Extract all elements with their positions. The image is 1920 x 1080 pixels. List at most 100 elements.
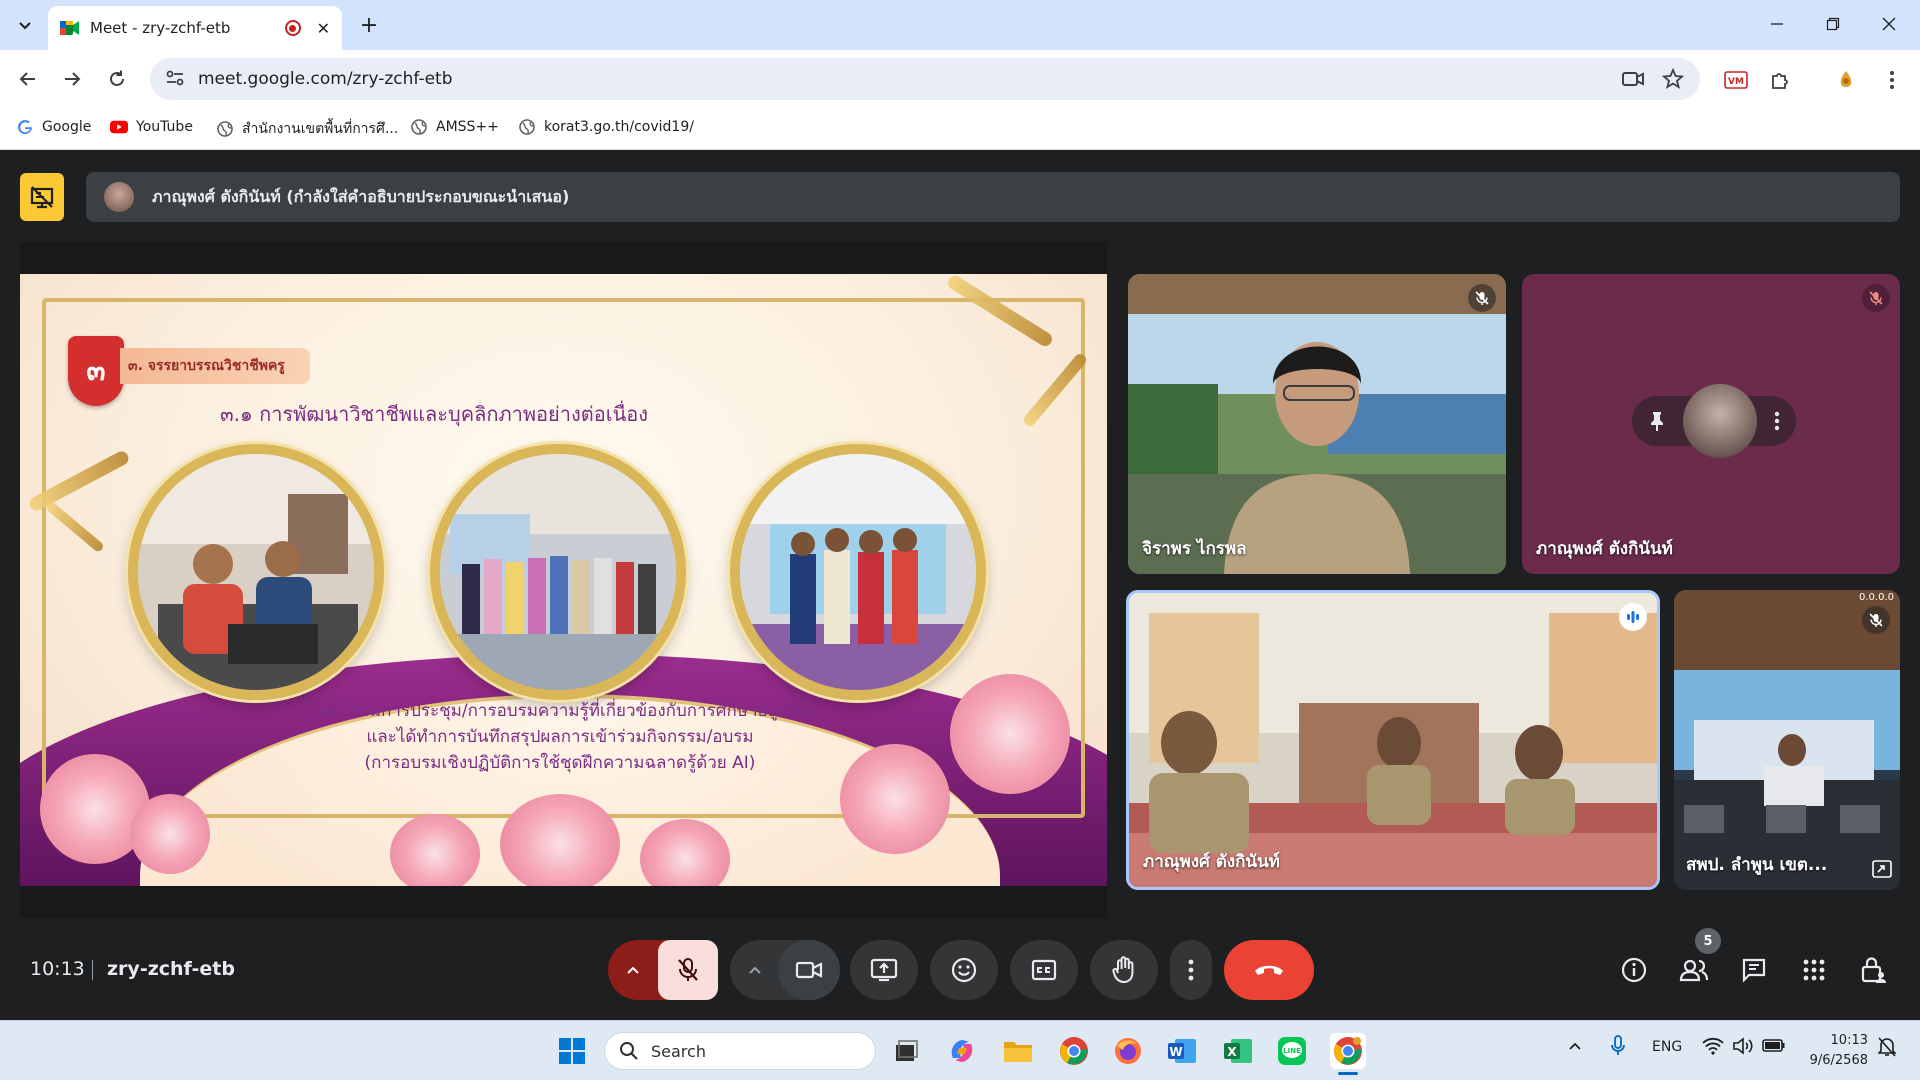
chevron-down-icon (19, 22, 31, 30)
new-tab-button[interactable]: + (354, 10, 384, 40)
presentation-stage[interactable]: ๓ ๓. จรรยาบรรณวิชาชีพครู ๓.๑ การพัฒนาวิช… (20, 242, 1107, 918)
participants-count-badge: 5 (1695, 928, 1721, 954)
restore-button[interactable] (1808, 6, 1858, 42)
divider (92, 960, 93, 980)
task-view-icon (896, 1040, 918, 1061)
window-close-button[interactable] (1864, 6, 1914, 42)
file-explorer-app[interactable] (1000, 1033, 1036, 1069)
camera-in-use-icon[interactable] (1618, 66, 1648, 92)
expand-icon[interactable] (1872, 860, 1892, 878)
task-view-button[interactable] (888, 1033, 924, 1069)
wifi-icon[interactable] (1702, 1037, 1724, 1059)
back-button[interactable] (12, 63, 44, 95)
leave-call-button[interactable] (1224, 940, 1314, 1000)
chrome-app[interactable] (1056, 1033, 1092, 1069)
bookmark-youtube[interactable]: YouTube (110, 118, 193, 136)
activities-button[interactable] (1796, 952, 1832, 988)
presenting-badge[interactable] (20, 173, 64, 221)
host-controls-button[interactable] (1856, 952, 1892, 988)
bookmark-label: AMSS++ (436, 119, 499, 135)
volume-icon[interactable] (1732, 1037, 1754, 1059)
bookmark-amss[interactable]: AMSS++ (410, 118, 499, 136)
tab-title: Meet - zry-zchf-etb (90, 19, 231, 37)
participant-tile-lamphun[interactable]: 0.0.0.0 สพป. ลำพูน เขต... (1674, 590, 1900, 890)
show-hidden-icons-button[interactable] (1568, 1039, 1582, 1055)
tab-meet[interactable]: Meet - zry-zchf-etb ✕ (48, 6, 342, 50)
firefox-icon (1115, 1038, 1141, 1064)
participant-tile-panupong[interactable]: ภาณุพงศ์ ตังกินันท์ (1522, 274, 1900, 574)
taskbar-clock[interactable]: 10:13 9/6/2568 (1796, 1031, 1868, 1071)
tab-close-button[interactable]: ✕ (317, 19, 330, 38)
forward-button[interactable] (56, 63, 88, 95)
firefox-app[interactable] (1110, 1033, 1146, 1069)
extensions-puzzle-icon[interactable] (1766, 66, 1794, 94)
chevron-up-icon (749, 966, 761, 974)
reload-button[interactable] (101, 63, 133, 95)
copilot-app[interactable] (944, 1033, 980, 1069)
lock-person-icon (1861, 957, 1886, 983)
mic-toggle-button[interactable] (658, 940, 718, 1000)
bookmark-star-icon[interactable] (1658, 66, 1688, 92)
meet-call-area: ภาณุพงศ์ ตังกินันท์ (กำลังใส่คำอธิบายประ… (0, 150, 1920, 1020)
video-options-button[interactable] (730, 940, 780, 1000)
bookmarks-bar: Google YouTube สำนักงานเขตพื้นที่การศึ..… (0, 108, 1920, 150)
raise-hand-button[interactable] (1090, 940, 1158, 1000)
microphone-tray-icon[interactable] (1610, 1035, 1626, 1061)
more-vert-icon[interactable] (1774, 411, 1780, 431)
excel-app[interactable]: X (1220, 1033, 1256, 1069)
presenter-banner: ภาณุพงศ์ ตังกินันท์ (กำลังใส่คำอธิบายประ… (86, 172, 1900, 222)
photo-group-event (430, 444, 686, 700)
audio-options-button[interactable] (608, 940, 658, 1000)
input-language[interactable]: ENG (1652, 1039, 1682, 1055)
meeting-details-button[interactable] (1616, 952, 1652, 988)
mic-off-icon (1468, 284, 1496, 312)
camera-toggle-button[interactable] (778, 940, 840, 1000)
presenter-banner-text: ภาณุพงศ์ ตังกินันท์ (กำลังใส่คำอธิบายประ… (152, 186, 570, 206)
slide-body-line: (การอบรมเชิงปฏิบัติการใช้ชุดฝึกความฉลาดร… (364, 753, 756, 773)
minimize-button[interactable] (1752, 6, 1802, 42)
battery-icon[interactable] (1762, 1037, 1786, 1057)
bookmark-label: Google (42, 119, 92, 135)
pink-flower (130, 794, 210, 874)
start-button[interactable] (554, 1033, 590, 1069)
present-screen-button[interactable] (850, 940, 918, 1000)
chrome-active-app[interactable] (1330, 1033, 1366, 1075)
profile-avatar[interactable] (1832, 66, 1860, 94)
extension-vm-icon[interactable]: VM (1722, 66, 1750, 94)
more-options-button[interactable] (1170, 940, 1212, 1000)
participant-tile-jiraporn[interactable]: จิราพร ไกรพล (1128, 274, 1506, 574)
svg-text:W: W (1169, 1045, 1182, 1059)
captions-button[interactable] (1010, 940, 1078, 1000)
search-icon (620, 1042, 638, 1060)
line-app[interactable]: LINE (1274, 1033, 1310, 1069)
notifications-icon[interactable] (1877, 1037, 1897, 1061)
bookmark-korat3[interactable]: korat3.go.th/covid19/ (518, 118, 694, 136)
browser-menu-button[interactable] (1878, 66, 1906, 94)
bookmark-esa-office[interactable]: สำนักงานเขตพื้นที่การศึ... (216, 118, 398, 140)
slide-body-line: ได้เข้าร่วมการประชุม/การอบรมความรู้ที่เก… (304, 701, 816, 721)
chevron-up-icon (627, 966, 639, 974)
section-number-badge: ๓ (68, 336, 124, 406)
youtube-icon (110, 118, 128, 136)
speaking-icon (1619, 603, 1647, 631)
chat-button[interactable] (1736, 952, 1772, 988)
url-text: meet.google.com/zry-zchf-etb (198, 69, 453, 89)
bookmark-label: korat3.go.th/covid19/ (544, 119, 694, 135)
arrow-left-icon (19, 72, 35, 86)
presenter-avatar (104, 182, 134, 212)
address-bar[interactable]: meet.google.com/zry-zchf-etb (150, 58, 1700, 100)
reactions-button[interactable] (930, 940, 998, 1000)
restore-icon (1826, 17, 1840, 31)
taskbar-search[interactable]: Search (604, 1032, 876, 1070)
participant-tile-room[interactable]: ภาณุพงศ์ ตังกินันท์ (1126, 590, 1660, 890)
pink-flower (500, 794, 620, 886)
bookmark-google[interactable]: Google (16, 118, 91, 136)
pink-flower (950, 674, 1070, 794)
site-info-icon[interactable] (164, 67, 188, 91)
people-button[interactable]: 5 (1676, 928, 1721, 988)
tab-search-button[interactable] (10, 10, 40, 40)
search-placeholder: Search (651, 1041, 706, 1061)
participant-name: ภาณุพงศ์ ตังกินันท์ (1536, 539, 1673, 559)
pin-icon[interactable] (1648, 410, 1666, 432)
word-app[interactable]: W (1164, 1033, 1200, 1069)
